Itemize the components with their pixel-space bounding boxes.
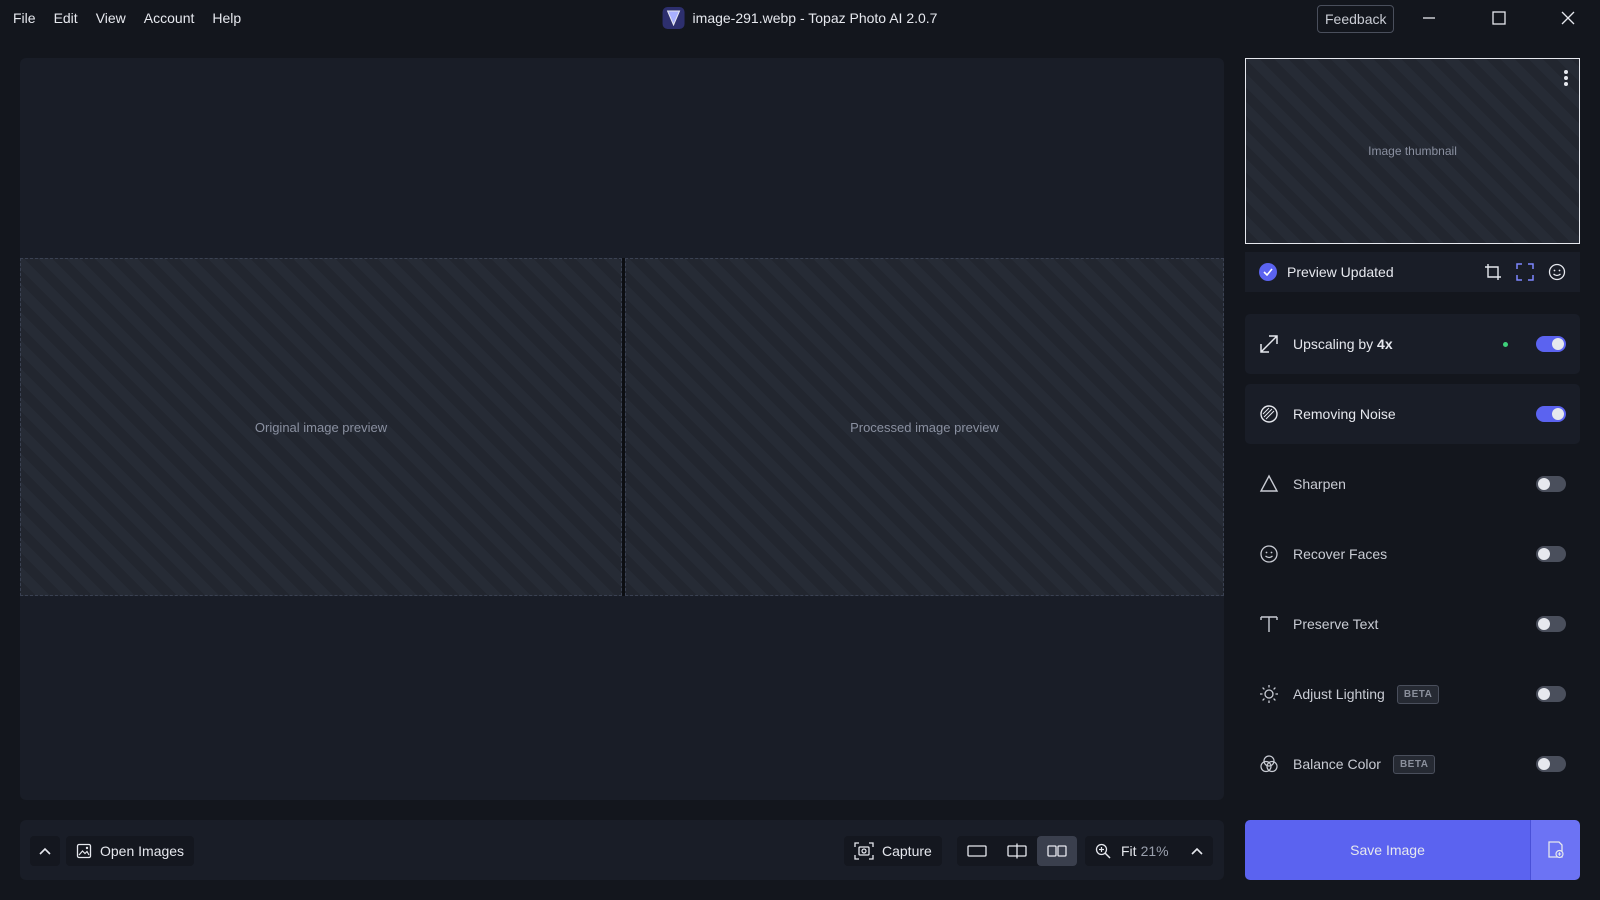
preserve-text-toggle[interactable] [1536,616,1566,632]
window-title: image-291.webp - Topaz Photo AI 2.0.7 [662,0,938,36]
single-view-icon [967,845,987,857]
filter-remove-noise-label: Removing Noise [1293,406,1396,422]
maximize-icon [1492,11,1506,25]
filter-adjust-lighting[interactable]: Adjust Lighting BETA [1245,664,1580,724]
menu-help[interactable]: Help [203,0,250,36]
feedback-button[interactable]: Feedback [1317,5,1395,33]
filter-remove-noise[interactable]: Removing Noise [1245,384,1580,444]
preview-status-label: Preview Updated [1287,264,1394,280]
menu-edit[interactable]: Edit [45,0,87,36]
color-icon [1260,755,1278,773]
navigator-thumbnail[interactable]: Image thumbnail [1245,58,1580,244]
status-dot [1503,341,1508,347]
capture-label: Capture [882,843,932,859]
filter-upscaling-label: Upscaling by [1293,336,1378,352]
save-image-button[interactable]: Save Image [1245,820,1530,880]
view-mode-group [957,836,1077,866]
save-settings-icon [1547,841,1564,859]
sun-icon [1260,685,1278,703]
recover-faces-toggle[interactable] [1536,546,1566,562]
filter-recover-faces-label: Recover Faces [1293,546,1388,562]
filter-recover-faces[interactable]: Recover Faces [1245,524,1580,584]
preview-status-bar: Preview Updated [1245,252,1580,292]
zoom-mode-label: Fit [1121,843,1137,859]
beta-badge: BETA [1396,684,1440,704]
filter-balance-color[interactable]: Balance Color BETA [1245,734,1580,794]
fullscreen-icon[interactable] [1516,263,1534,281]
split-view-button[interactable] [997,836,1037,866]
chevron-up-icon[interactable] [1191,847,1203,855]
side-by-side-view-button[interactable] [1037,836,1077,866]
filter-adjust-lighting-label: Adjust Lighting [1293,686,1385,702]
sharpen-toggle[interactable] [1536,476,1566,492]
thumbnail-placeholder: Image thumbnail [1368,144,1457,158]
side-by-side-icon [1047,845,1067,857]
capture-button[interactable]: Capture [844,836,942,866]
menu-bar: File Edit View Account Help [4,0,250,36]
menu-view[interactable]: View [87,0,135,36]
triangle-icon [1259,474,1279,492]
split-view-icon [1007,843,1027,859]
minimize-icon [1423,17,1435,19]
more-options-icon[interactable] [1559,67,1573,89]
chevron-up-icon [39,847,51,855]
single-view-button[interactable] [957,836,997,866]
minimize-button[interactable] [1406,0,1452,36]
upscaling-toggle[interactable] [1536,336,1566,352]
face-icon [1260,545,1278,563]
open-images-button[interactable]: Open Images [66,836,195,866]
remove-noise-toggle[interactable] [1536,406,1566,422]
filter-preserve-text-label: Preserve Text [1293,616,1379,632]
filter-upscaling[interactable]: Upscaling by 4x [1245,314,1580,374]
noise-icon [1260,405,1278,423]
menu-account[interactable]: Account [135,0,204,36]
face-detect-icon[interactable] [1548,263,1566,281]
maximize-button[interactable] [1476,0,1522,36]
save-image-group: Save Image [1245,820,1580,880]
filter-sharpen-label: Sharpen [1293,476,1346,492]
window-title-text: image-291.webp - Topaz Photo AI 2.0.7 [692,10,938,26]
expand-filmstrip-button[interactable] [30,836,60,866]
text-icon [1260,616,1278,632]
original-image-placeholder[interactable]: Original image preview [20,258,622,596]
filter-sharpen[interactable]: Sharpen [1245,454,1580,514]
upscale-icon [1260,335,1278,353]
processed-image-placeholder[interactable]: Processed image preview [625,258,1224,596]
check-icon [1259,263,1277,281]
camera-icon [854,842,874,860]
close-button[interactable] [1545,0,1591,36]
open-images-label: Open Images [100,843,185,859]
image-icon [76,843,92,859]
image-canvas[interactable]: Original image preview Processed image p… [20,58,1224,800]
beta-badge: BETA [1392,754,1436,774]
app-logo-icon [662,7,685,29]
filter-upscaling-factor: 4x [1377,336,1393,352]
zoom-control[interactable]: Fit 21% [1085,836,1213,866]
filter-preserve-text[interactable]: Preserve Text [1245,594,1580,654]
balance-color-toggle[interactable] [1536,756,1566,772]
adjust-lighting-toggle[interactable] [1536,686,1566,702]
close-icon [1561,11,1575,25]
zoom-percent: 21% [1140,843,1169,859]
title-bar: File Edit View Account Help image-291.we… [0,0,1600,36]
menu-file[interactable]: File [4,0,45,36]
filter-balance-color-label: Balance Color [1293,756,1381,772]
bottom-toolbar: Open Images Capture Fit 21% [20,820,1224,880]
zoom-icon [1095,843,1111,859]
export-settings-button[interactable] [1530,820,1580,880]
crop-icon[interactable] [1484,263,1502,281]
